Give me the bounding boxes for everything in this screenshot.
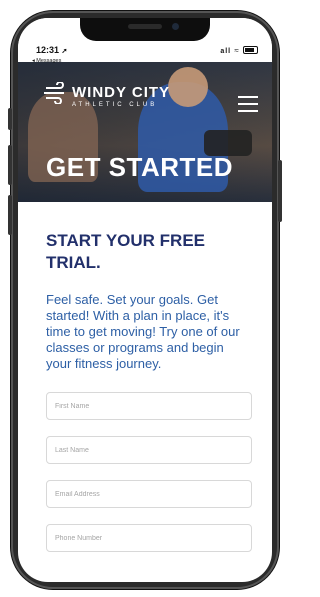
wind-icon (44, 82, 64, 104)
first-name-input[interactable] (46, 392, 252, 420)
brand-logo[interactable]: WINDY CITY ATHLETIC CLUB (44, 82, 171, 108)
notch (80, 18, 210, 41)
time-text: 12:31 (36, 45, 60, 55)
signup-section: START YOUR FREE TRIAL. Feel safe. Set yo… (46, 218, 252, 568)
location-arrow-icon: ➚ (61, 48, 68, 55)
phone-screen: 12:31 ➚ ◂ Messages all ≈ WINDY CITY ATHL… (18, 18, 272, 582)
brand-name: WINDY CITY (72, 84, 171, 101)
power-button (278, 160, 282, 222)
camera-icon (172, 23, 179, 30)
signal-icon: all (220, 48, 232, 55)
wifi-icon: ≈ (234, 46, 240, 55)
battery-icon (243, 46, 258, 54)
hamburger-icon[interactable] (238, 96, 258, 117)
side-button (8, 108, 12, 130)
volume-down-button (8, 195, 12, 235)
status-icons: all ≈ (220, 45, 258, 55)
back-to-app[interactable]: ◂ Messages (32, 58, 61, 64)
status-time: 12:31 ➚ (36, 45, 67, 55)
page-heading: START YOUR FREE TRIAL. (46, 231, 205, 272)
intro-text: Feel safe. Set your goals. Get started! … (46, 292, 240, 371)
hero-title: GET STARTED (46, 152, 234, 182)
brand-tagline: ATHLETIC CLUB (72, 102, 158, 108)
last-name-input[interactable] (46, 436, 252, 464)
speaker-grille (128, 24, 162, 29)
volume-up-button (8, 145, 12, 185)
email-input[interactable] (46, 480, 252, 508)
hero-photo-head (168, 67, 208, 107)
phone-input[interactable] (46, 524, 252, 552)
